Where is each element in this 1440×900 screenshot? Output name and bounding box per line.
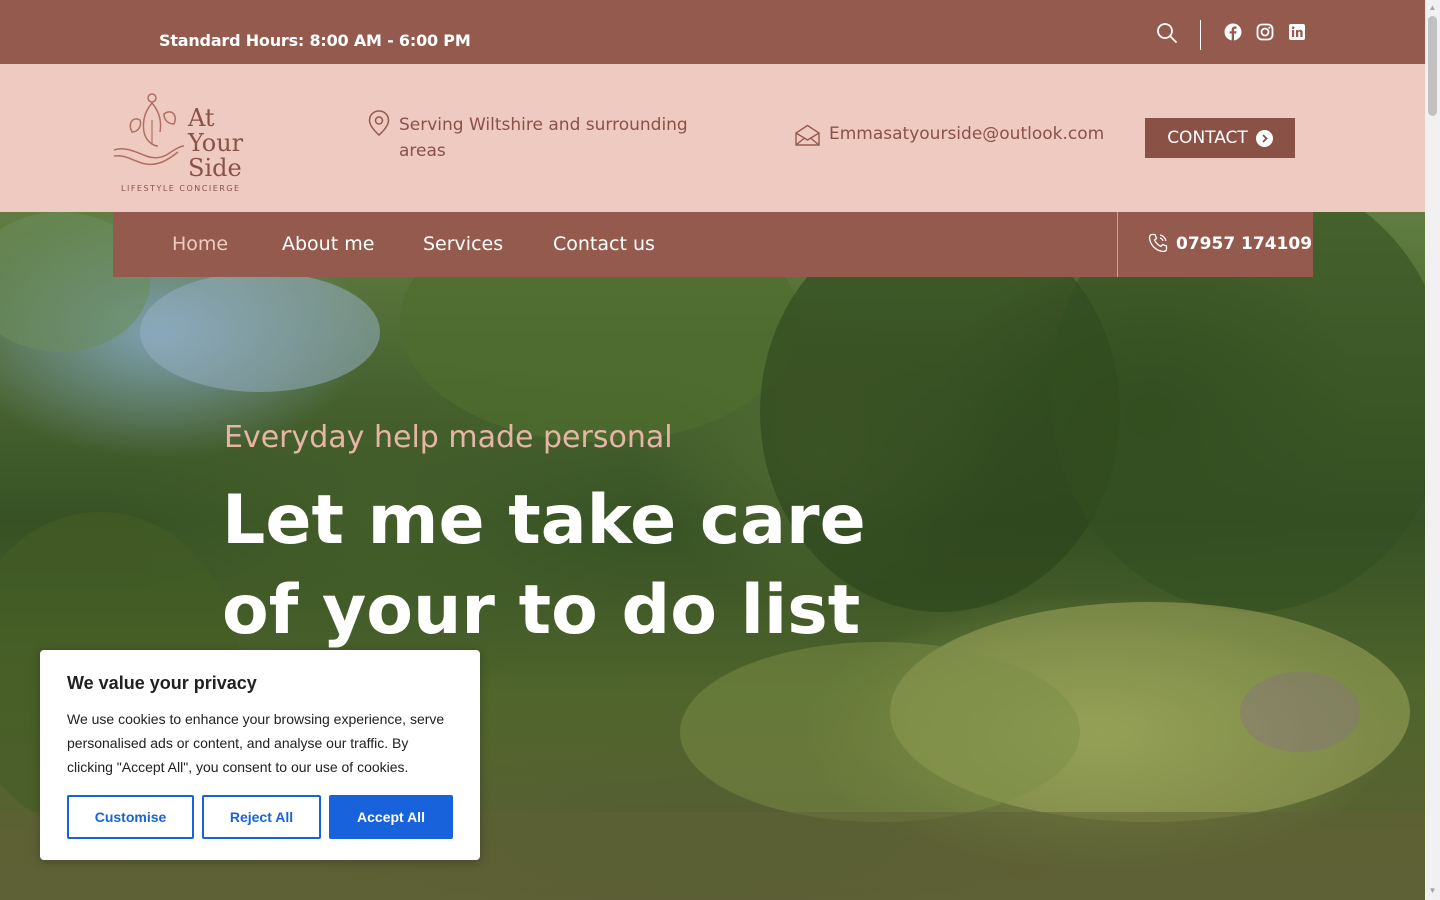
arrow-right-icon xyxy=(1255,129,1273,147)
facebook-icon[interactable] xyxy=(1224,23,1242,41)
business-hours: Standard Hours: 8:00 AM - 6:00 PM xyxy=(159,31,471,50)
svg-text:Side: Side xyxy=(188,154,242,182)
logo-graphic: At Your Side LIFESTYLE CONCIERGE xyxy=(113,93,244,193)
top-bar: Standard Hours: 8:00 AM - 6:00 PM xyxy=(0,0,1425,64)
email-link[interactable]: Emmasatyourside@outlook.com xyxy=(829,124,1104,144)
contact-button[interactable]: CONTACT xyxy=(1145,118,1295,158)
nav-item-about-me[interactable]: About me xyxy=(282,233,374,255)
accept-all-button[interactable]: Accept All xyxy=(329,795,453,839)
svg-text:Your: Your xyxy=(187,129,244,157)
hero-tagline: Everyday help made personal xyxy=(224,420,673,455)
phone-icon xyxy=(1148,233,1168,253)
svg-text:LIFESTYLE CONCIERGE: LIFESTYLE CONCIERGE xyxy=(121,184,241,193)
nav-item-home[interactable]: Home xyxy=(172,233,228,255)
page-scrollbar[interactable]: ▲ ▼ xyxy=(1425,0,1440,900)
instagram-icon[interactable] xyxy=(1256,23,1274,41)
hero-headline: Let me take care of your to do list xyxy=(222,481,866,650)
linkedin-icon[interactable] xyxy=(1288,23,1306,41)
site-logo[interactable]: At Your Side LIFESTYLE CONCIERGE xyxy=(110,90,250,194)
customise-button[interactable]: Customise xyxy=(67,795,194,839)
scroll-down-icon[interactable]: ▼ xyxy=(1428,886,1437,895)
nav-divider xyxy=(1117,212,1118,277)
cookie-consent-banner: We value your privacy We use cookies to … xyxy=(40,650,480,860)
search-icon[interactable] xyxy=(1156,22,1178,44)
contact-button-label: CONTACT xyxy=(1167,128,1248,148)
envelope-icon xyxy=(795,124,820,146)
phone-number-link[interactable]: 07957 174109 xyxy=(1176,234,1312,254)
service-area-text: Serving Wiltshire and surrounding areas xyxy=(399,115,688,161)
top-divider xyxy=(1200,20,1201,50)
scroll-up-icon[interactable]: ▲ xyxy=(1428,3,1437,12)
nav-item-services[interactable]: Services xyxy=(423,233,503,255)
svg-text:At: At xyxy=(187,104,215,132)
cookie-title: We value your privacy xyxy=(67,673,257,693)
site-header: At Your Side LIFESTYLE CONCIERGE Serving… xyxy=(0,64,1425,212)
scrollbar-thumb[interactable] xyxy=(1428,16,1437,116)
reject-all-button[interactable]: Reject All xyxy=(202,795,321,839)
location-pin-icon xyxy=(368,110,390,136)
main-navigation: Home About me Services Contact us 07957 … xyxy=(113,212,1313,277)
cookie-description: We use cookies to enhance your browsing … xyxy=(67,711,445,775)
nav-item-contact-us[interactable]: Contact us xyxy=(553,233,655,255)
